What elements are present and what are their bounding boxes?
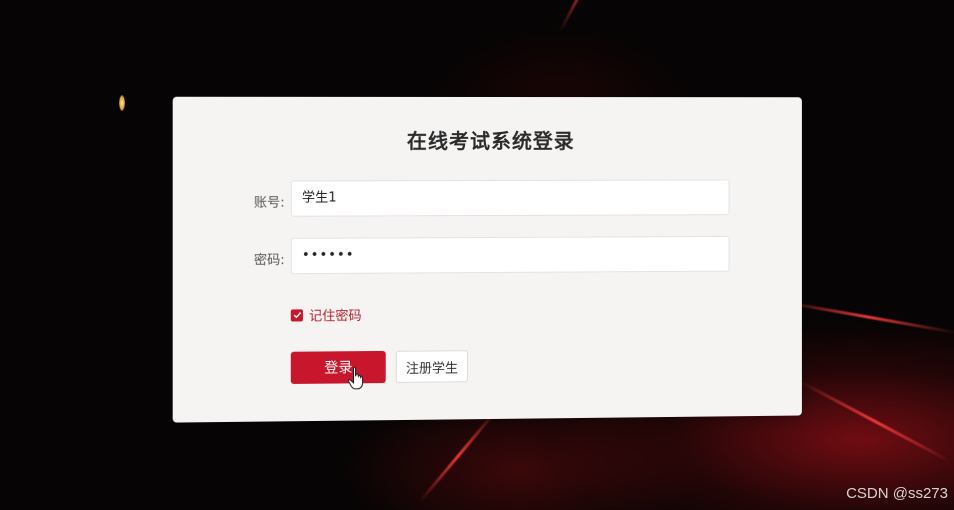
hand-pointer-icon [347, 366, 365, 390]
csdn-watermark: CSDN @ss273 [846, 485, 948, 502]
red-light-streak [799, 380, 951, 463]
account-input[interactable]: 学生1 [290, 179, 730, 217]
red-light-streak [418, 408, 499, 503]
remember-password-checkbox[interactable]: 记住密码 [290, 305, 362, 325]
login-card: 在线考试系统登录 账号: 学生1 密码: •••••• 记住密码 登录 注册学生 [172, 96, 802, 423]
red-light-streak [779, 300, 954, 335]
light-spot [119, 95, 125, 111]
account-label: 账号: [253, 195, 285, 211]
background-stage: 在线考试系统登录 账号: 学生1 密码: •••••• 记住密码 登录 注册学生… [0, 0, 954, 510]
page-title: 在线考试系统登录 [406, 128, 575, 154]
red-light-streak [558, 0, 618, 33]
register-student-button[interactable]: 注册学生 [395, 350, 469, 383]
checkbox-checked-icon[interactable] [290, 308, 303, 322]
password-label: 密码: [253, 253, 285, 269]
login-button[interactable]: 登录 [290, 350, 386, 384]
password-input[interactable]: •••••• [290, 235, 730, 275]
remember-password-label: 记住密码 [309, 308, 362, 325]
